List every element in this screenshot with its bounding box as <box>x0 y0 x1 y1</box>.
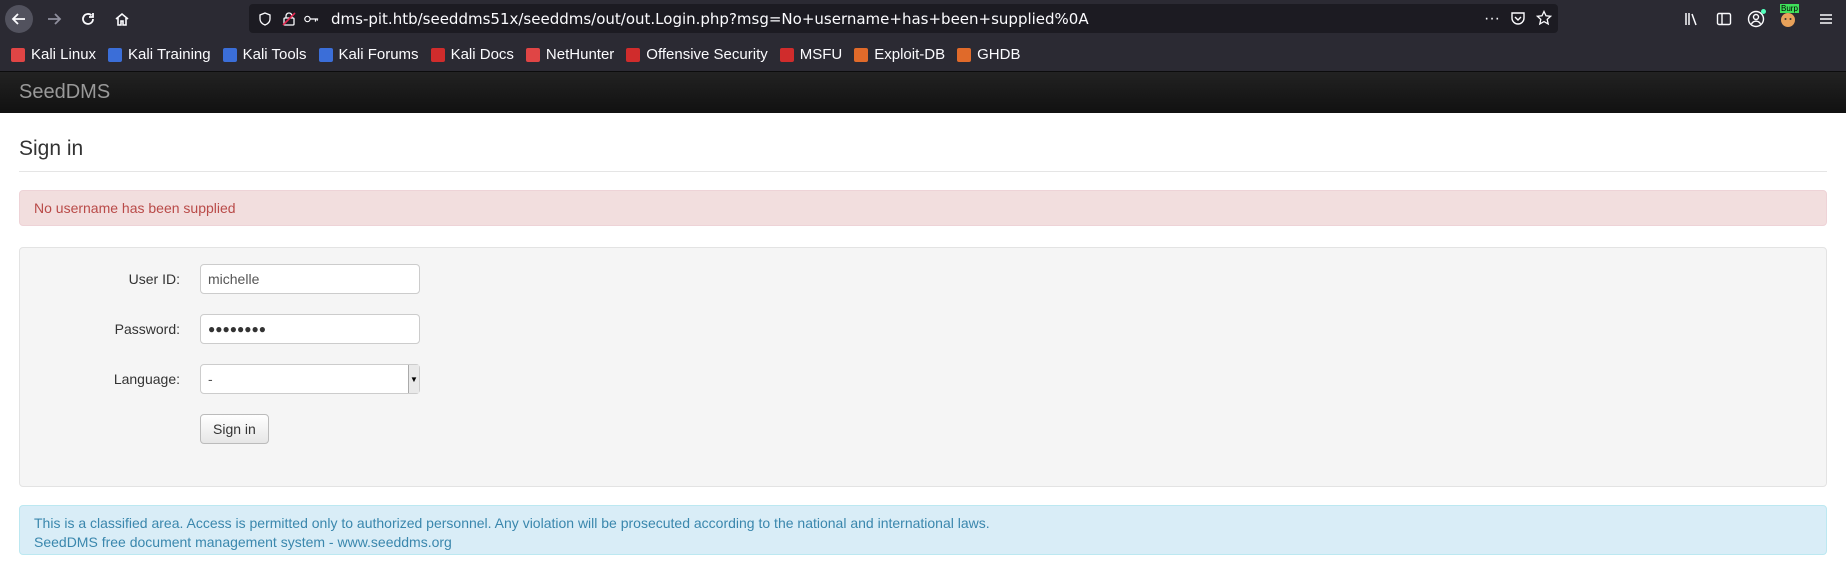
login-form: User ID: michelle Password: ●●●●●●●● Lan… <box>19 247 1827 487</box>
kali-docs-icon <box>430 47 445 62</box>
kali-forums-icon <box>318 47 333 62</box>
kali-tools-icon <box>222 47 237 62</box>
sidebar-icon[interactable] <box>1708 0 1740 38</box>
language-select[interactable]: - ▼ <box>200 364 420 394</box>
exploitdb-icon <box>854 47 869 62</box>
kali-icon <box>11 47 25 62</box>
bookmark-item[interactable]: Offensive Security <box>626 46 768 63</box>
submit-row: Sign in <box>20 414 269 444</box>
app-navbar: SeedDMS <box>0 72 1846 113</box>
reload-icon <box>82 13 94 25</box>
page-title: Sign in <box>19 137 1827 172</box>
arrow-right-icon <box>48 13 62 25</box>
burp-badge: Burp <box>1780 4 1799 13</box>
sign-in-button[interactable]: Sign in <box>200 414 269 444</box>
bookmark-item[interactable]: MSFU <box>779 46 843 63</box>
bookmark-label: Kali Tools <box>242 46 307 63</box>
library-icon[interactable] <box>1676 0 1708 38</box>
footer-info: This is a classified area. Access is per… <box>19 505 1827 555</box>
password-mask: ●●●●●●●● <box>208 322 266 336</box>
url-bar[interactable]: dms-pit.htb/seeddms51x/seeddms/out/out.L… <box>249 4 1558 33</box>
nethunter-icon <box>525 47 540 62</box>
shield-icon[interactable] <box>257 11 273 27</box>
bookmark-label: Kali Docs <box>450 46 514 63</box>
brand-link[interactable]: SeedDMS <box>19 81 110 104</box>
toolbar-right: Burp <box>1676 0 1846 38</box>
home-icon <box>115 12 129 26</box>
chevron-down-icon[interactable]: ▼ <box>408 365 419 393</box>
bookmark-item[interactable]: Kali Training <box>108 46 211 63</box>
bookmark-item[interactable]: GHDB <box>957 46 1020 63</box>
reload-button[interactable] <box>75 6 101 32</box>
insecure-lock-icon[interactable] <box>281 11 297 27</box>
footer-credit[interactable]: SeedDMS free document management system … <box>34 533 1812 552</box>
bookmark-item[interactable]: Exploit-DB <box>854 46 945 63</box>
userid-row: User ID: michelle <box>20 264 420 294</box>
msfu-icon <box>779 47 794 62</box>
main-content: Sign in No username has been supplied Us… <box>0 137 1846 555</box>
bookmark-label: MSFU <box>799 46 843 63</box>
arrow-left-icon <box>11 13 25 25</box>
error-alert: No username has been supplied <box>19 190 1827 226</box>
password-row: Password: ●●●●●●●● <box>20 314 420 344</box>
userid-input[interactable]: michelle <box>200 264 420 294</box>
userid-label: User ID: <box>128 271 180 287</box>
burp-extension-icon[interactable]: Burp <box>1772 0 1804 38</box>
key-icon[interactable] <box>303 11 319 27</box>
bookmark-item[interactable]: Kali Docs <box>430 46 514 63</box>
page-actions-icon[interactable]: ··· <box>1484 10 1500 28</box>
error-message: No username has been supplied <box>34 200 236 216</box>
offsec-icon <box>626 47 641 62</box>
footer-disclaimer: This is a classified area. Access is per… <box>34 515 990 531</box>
bookmark-item[interactable]: Kali Tools <box>222 46 307 63</box>
password-input[interactable]: ●●●●●●●● <box>200 314 420 344</box>
forward-button[interactable] <box>41 6 67 32</box>
language-label: Language: <box>113 371 180 387</box>
userid-value: michelle <box>208 271 260 287</box>
star-icon[interactable] <box>1536 10 1552 26</box>
account-icon[interactable] <box>1740 0 1772 38</box>
bookmark-label: Offensive Security <box>646 46 768 63</box>
back-button[interactable] <box>5 5 33 33</box>
bookmark-label: NetHunter <box>545 46 615 63</box>
notification-dot <box>1761 9 1766 14</box>
bookmark-item[interactable]: Kali Forums <box>318 46 419 63</box>
ghdb-icon <box>957 47 972 62</box>
password-label: Password: <box>114 321 180 337</box>
language-value: - <box>208 371 213 387</box>
menu-icon[interactable] <box>1806 0 1846 38</box>
bookmark-item[interactable]: Kali Linux <box>11 46 96 63</box>
bookmark-item[interactable]: NetHunter <box>525 46 615 63</box>
pocket-icon[interactable] <box>1510 10 1526 26</box>
bookmark-label: Kali Forums <box>338 46 419 63</box>
bookmark-label: Kali Linux <box>31 46 97 63</box>
kali-training-icon <box>108 47 123 62</box>
language-row: Language: - ▼ <box>20 364 420 394</box>
bookmark-label: Kali Training <box>128 46 211 63</box>
bookmark-label: GHDB <box>977 46 1021 63</box>
browser-toolbar: dms-pit.htb/seeddms51x/seeddms/out/out.L… <box>0 0 1846 38</box>
bookmark-label: Exploit-DB <box>874 46 946 63</box>
url-text[interactable]: dms-pit.htb/seeddms51x/seeddms/out/out.L… <box>331 10 1089 28</box>
home-button[interactable] <box>109 6 135 32</box>
bookmarks-toolbar: Kali Linux Kali Training Kali Tools Kali Fo… <box>0 38 1846 72</box>
